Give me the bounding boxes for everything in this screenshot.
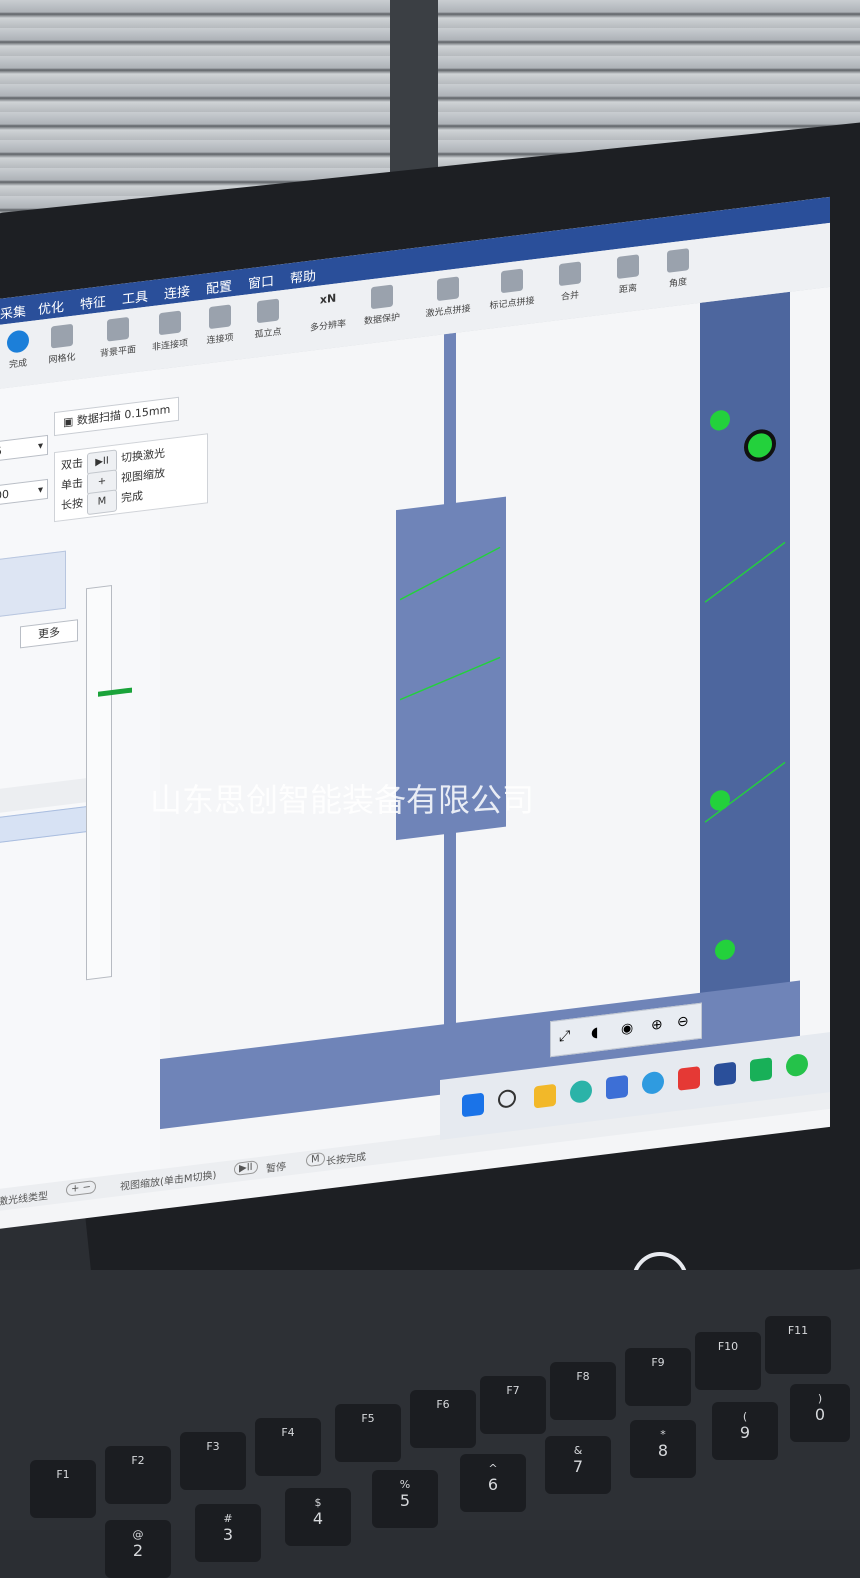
store-icon[interactable] — [606, 1074, 628, 1100]
menu-optimize[interactable]: 优化 — [38, 296, 64, 318]
search-icon[interactable] — [498, 1088, 516, 1109]
menu-connect[interactable]: 连接 — [164, 280, 190, 302]
zoom-out-icon[interactable]: ⊖ — [677, 1013, 689, 1030]
triangle-icon — [51, 323, 73, 349]
menu-config[interactable]: 配置 — [206, 275, 232, 297]
key-2[interactable]: @2 — [105, 1520, 171, 1578]
menu-collect[interactable]: 采集 — [0, 301, 26, 323]
key-4[interactable]: $4 — [285, 1488, 351, 1546]
key-f7[interactable]: F7 — [480, 1376, 546, 1434]
key-3[interactable]: #3 — [195, 1504, 261, 1562]
key-f1[interactable]: F1 — [30, 1460, 96, 1518]
key-8[interactable]: * 8 — [630, 1420, 696, 1478]
folder-icon[interactable] — [534, 1083, 556, 1109]
key-f11[interactable]: F11 — [765, 1316, 831, 1374]
merge-button[interactable]: 合并 — [542, 259, 598, 305]
angle-button[interactable]: 角度 — [650, 246, 706, 292]
chevron-down-icon: ▾ — [37, 440, 43, 453]
vertical-beam — [700, 291, 790, 1023]
zoom-in-icon[interactable]: ⊕ — [651, 1016, 663, 1033]
cube-icon: ▣ — [63, 414, 77, 430]
edge-icon[interactable] — [570, 1079, 592, 1105]
menu-window[interactable]: 窗口 — [248, 270, 274, 292]
data-protect-button[interactable]: 数据保护 — [354, 282, 410, 328]
key-f2[interactable]: F2 — [105, 1446, 171, 1504]
key-7[interactable]: & 7 — [545, 1436, 611, 1494]
stitch-icon — [437, 276, 459, 302]
windows-icon[interactable] — [462, 1092, 484, 1118]
more-button[interactable]: 更多 — [20, 619, 78, 649]
key-f3[interactable]: F3 — [180, 1432, 246, 1490]
keyboard: F1 F2 F3 F4 F5 F6 F7 F8 F9 F10 F11 @2 #3… — [0, 1270, 860, 1578]
distance-button[interactable]: 距离 — [600, 252, 656, 298]
key-f10[interactable]: F10 — [695, 1332, 761, 1390]
wechat-icon[interactable] — [786, 1052, 808, 1078]
ruler-icon — [617, 254, 639, 280]
non-connected-button[interactable]: 非连接项 — [142, 308, 198, 354]
multi-resolution-button[interactable]: xN 多分辨率 — [300, 289, 356, 335]
menu-tools[interactable]: 工具 — [122, 286, 148, 308]
key-f9[interactable]: F9 — [625, 1348, 691, 1406]
background-plane-button[interactable]: 背景平面 — [90, 315, 146, 361]
points-icon — [257, 298, 279, 324]
browser-icon[interactable] — [642, 1070, 664, 1096]
marker-stitch-button[interactable]: 标记点拼接 — [484, 266, 540, 312]
merge-icon — [559, 261, 581, 287]
plane-icon — [107, 316, 129, 342]
box-icon — [209, 304, 231, 330]
marker-icon — [501, 268, 523, 294]
combo-2[interactable]: 00 ▾ — [0, 478, 48, 506]
key-f4[interactable]: F4 — [255, 1418, 321, 1476]
menu-feature[interactable]: 特征 — [80, 291, 106, 313]
key-f6[interactable]: F6 — [410, 1390, 476, 1448]
app-d-icon[interactable] — [714, 1061, 736, 1087]
laser-stitch-button[interactable]: 激光点拼接 — [420, 274, 476, 320]
key-9[interactable]: (9 — [712, 1402, 778, 1460]
lock-icon — [371, 284, 393, 310]
watermark: 山东思创智能装备有限公司 — [150, 781, 535, 819]
marker-target — [744, 429, 776, 462]
exposure-slider[interactable] — [86, 585, 112, 981]
angle-icon — [667, 248, 689, 273]
speaker-icon[interactable]: ◖ — [591, 1024, 598, 1041]
xn-icon: xN — [319, 291, 337, 307]
menu-help[interactable]: 帮助 — [290, 265, 316, 287]
stop-icon — [7, 329, 29, 354]
key-5[interactable]: % 5 — [372, 1470, 438, 1528]
chevron-down-icon: ▾ — [37, 484, 43, 497]
isolated-points-button[interactable]: 孤立点 — [240, 296, 296, 342]
key-f8[interactable]: F8 — [550, 1362, 616, 1420]
key-f5[interactable]: F5 — [335, 1404, 401, 1462]
combo-1[interactable]: 5 ▾ — [0, 434, 48, 462]
wps-icon[interactable] — [678, 1066, 700, 1091]
eye-icon[interactable]: ◉ — [621, 1020, 633, 1038]
selection-panel[interactable] — [0, 550, 66, 618]
box-icon — [159, 310, 181, 336]
mesh-button[interactable]: 网格化 — [34, 322, 90, 368]
mail-icon[interactable] — [750, 1057, 772, 1082]
key-6[interactable]: ^ 6 — [460, 1454, 526, 1512]
fit-view-icon[interactable]: ⤢ — [559, 1028, 570, 1045]
key-0[interactable]: ) 0 — [790, 1384, 850, 1442]
